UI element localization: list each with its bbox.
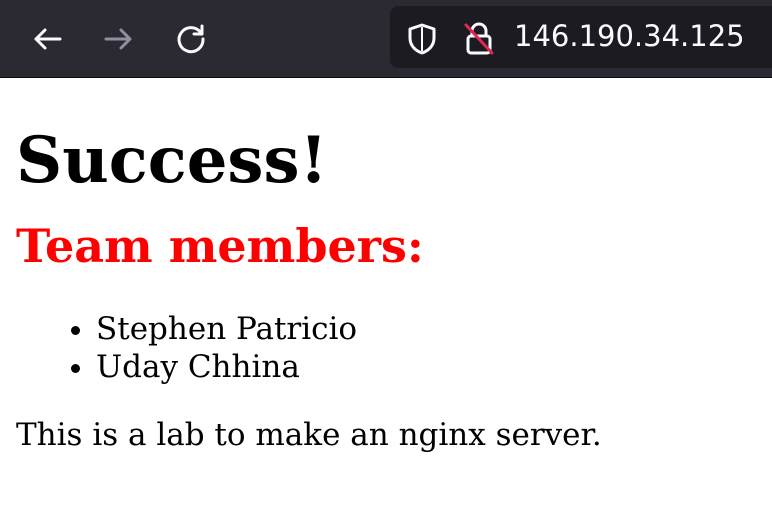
insecure-lock-icon[interactable] <box>462 21 496 62</box>
shield-icon[interactable] <box>406 22 438 61</box>
page-heading: Success! <box>16 123 328 198</box>
page-content: Success! Team members: Stephen Patricio … <box>16 78 756 454</box>
team-members-heading: Team members: <box>16 219 424 273</box>
browser-toolbar: 146.190.34.125 <box>0 0 772 78</box>
address-bar[interactable]: 146.190.34.125 <box>390 6 772 68</box>
description-text: This is a lab to make an nginx server. <box>16 417 602 453</box>
reload-button[interactable] <box>166 14 216 64</box>
list-item: Uday Chhina <box>96 348 756 386</box>
back-arrow-icon <box>34 28 62 50</box>
team-members-list: Stephen Patricio Uday Chhina <box>16 310 756 386</box>
back-button[interactable] <box>22 14 72 64</box>
forward-button[interactable] <box>94 14 144 64</box>
forward-arrow-icon <box>104 28 132 50</box>
reload-icon <box>177 24 205 54</box>
list-item: Stephen Patricio <box>96 310 756 348</box>
url-text[interactable]: 146.190.34.125 <box>514 19 745 53</box>
